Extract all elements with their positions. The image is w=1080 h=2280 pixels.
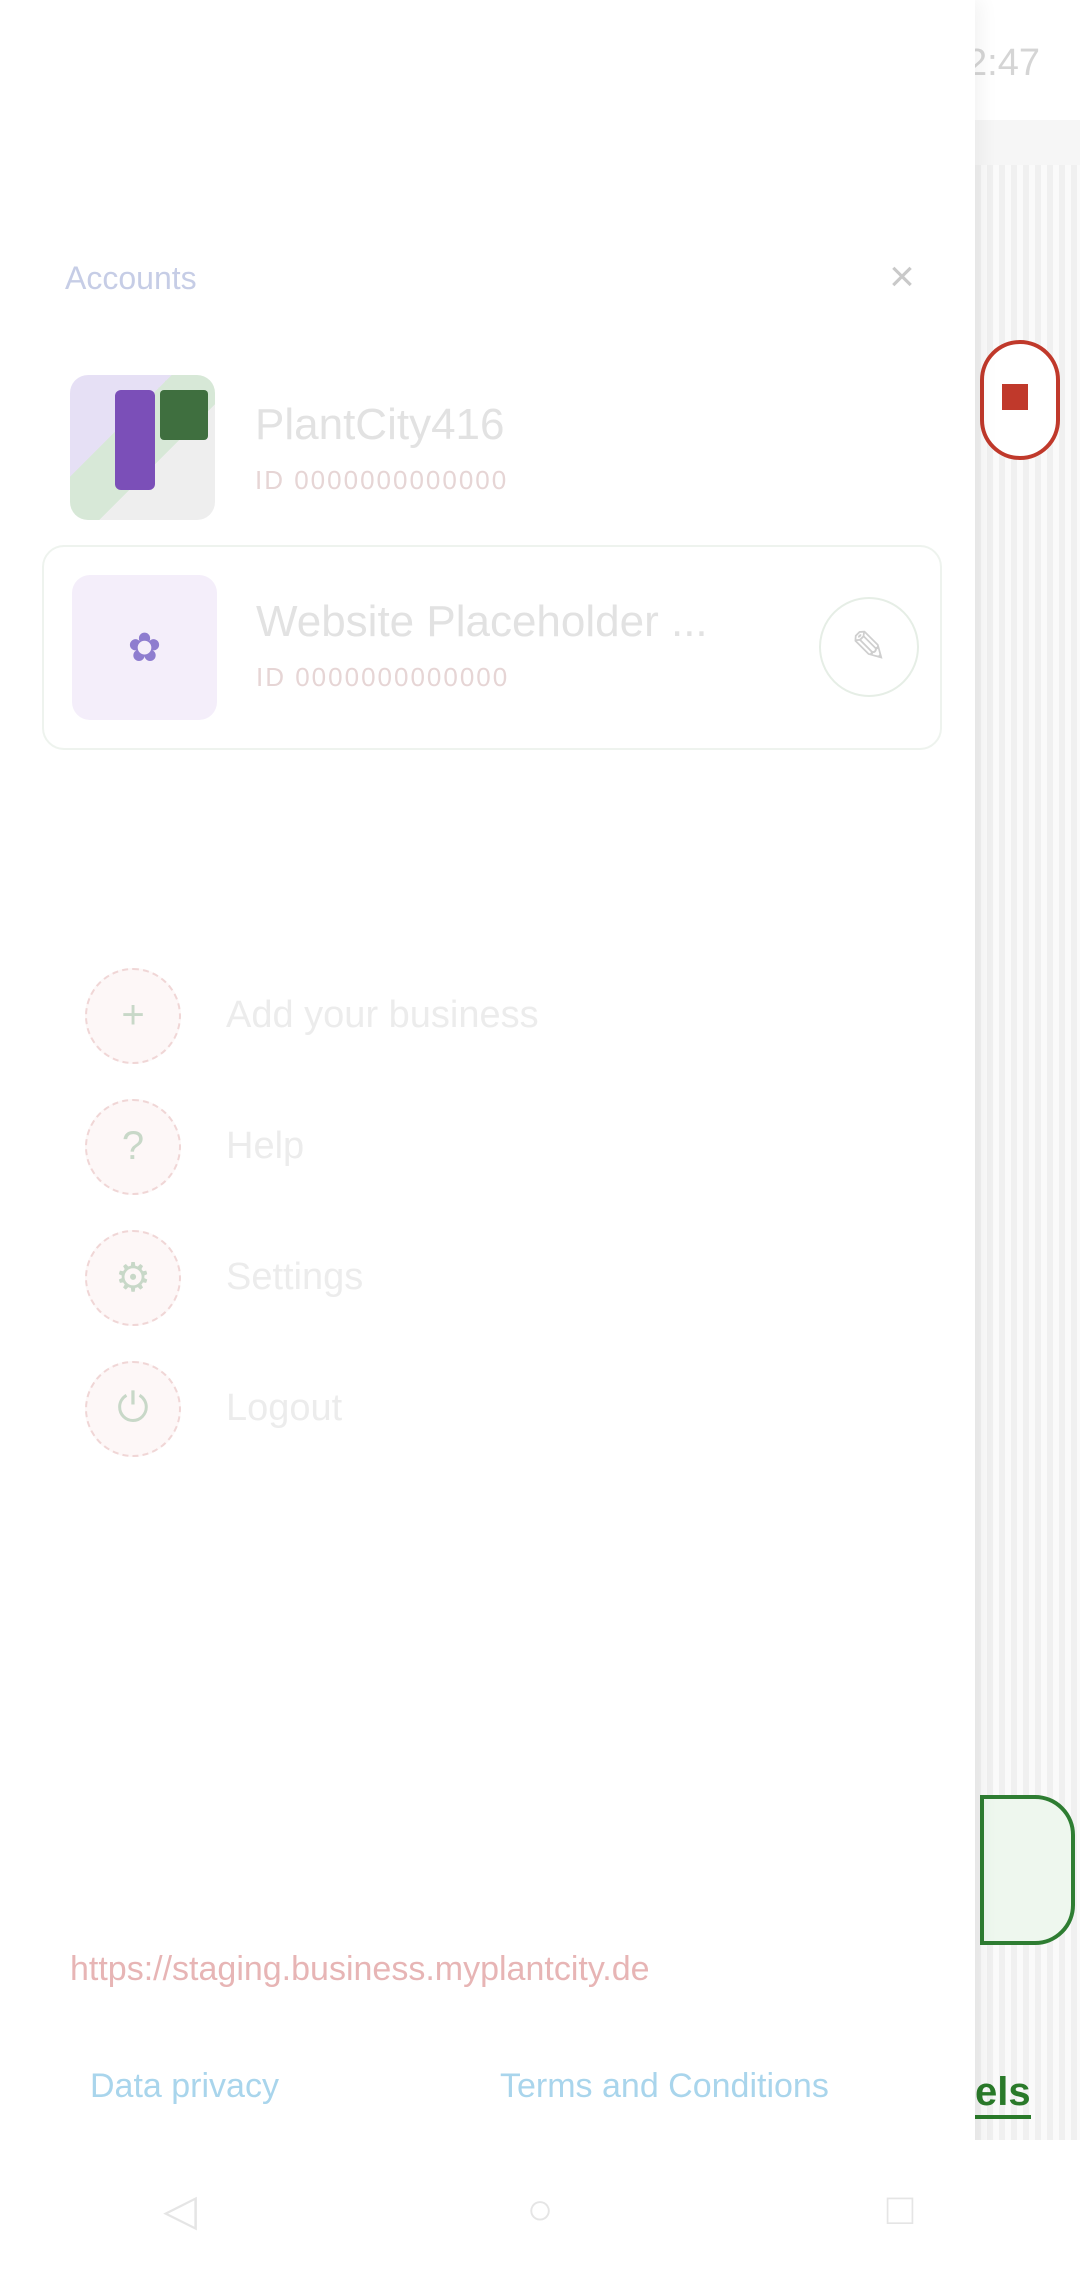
edit-account-button[interactable]: ✎: [819, 597, 919, 697]
account-name: PlantCity416: [255, 400, 505, 449]
pencil-icon: ✎: [850, 622, 888, 672]
terms-link[interactable]: Terms and Conditions: [500, 2067, 829, 2106]
home-icon[interactable]: ○: [510, 2180, 570, 2240]
drawer-menu: + Add your business ? Help ⚙ Settings ⏻ …: [60, 950, 920, 1474]
menu-item-logout[interactable]: ⏻ Logout: [60, 1343, 920, 1474]
back-icon[interactable]: ◁: [150, 2180, 210, 2240]
help-icon: ?: [85, 1098, 181, 1195]
background-label: els: [975, 2070, 1031, 2119]
menu-item-settings[interactable]: ⚙ Settings: [60, 1212, 920, 1343]
menu-item-label: Logout: [226, 1387, 343, 1429]
menu-item-label: Settings: [226, 1256, 364, 1298]
menu-item-add-business[interactable]: + Add your business: [60, 950, 920, 1081]
account-name: Website Placeholder ...: [256, 597, 708, 646]
account-avatar: [70, 375, 215, 520]
account-id: ID 0000000000000: [256, 662, 510, 692]
drawer-title: Accounts: [65, 260, 197, 296]
account-placeholder-icon: ✿: [72, 575, 217, 720]
data-privacy-link[interactable]: Data privacy: [90, 2067, 279, 2106]
menu-item-help[interactable]: ? Help: [60, 1081, 920, 1212]
system-nav-bar: ◁ ○ □: [0, 2140, 1080, 2280]
drawer-header: Accounts: [0, 165, 975, 296]
gear-icon: ⚙: [85, 1229, 181, 1326]
logout-icon: ⏻: [85, 1360, 181, 1457]
record-button: [980, 340, 1060, 460]
menu-item-label: Help: [226, 1125, 305, 1167]
account-id: ID 0000000000000: [255, 465, 509, 495]
close-icon[interactable]: ×: [880, 255, 924, 299]
background-card: [980, 1795, 1075, 1945]
navigation-drawer: Accounts × PlantCity416 ID 0000000000000…: [0, 0, 975, 2280]
plus-icon: +: [85, 967, 181, 1064]
account-item-selected[interactable]: ✿ Website Placeholder ... ID 00000000000…: [42, 545, 942, 750]
recents-icon[interactable]: □: [870, 2180, 930, 2240]
account-item[interactable]: PlantCity416 ID 0000000000000: [60, 365, 940, 525]
menu-item-label: Add your business: [226, 994, 539, 1036]
site-url-link[interactable]: https://staging.business.myplantcity.de: [70, 1950, 650, 1989]
